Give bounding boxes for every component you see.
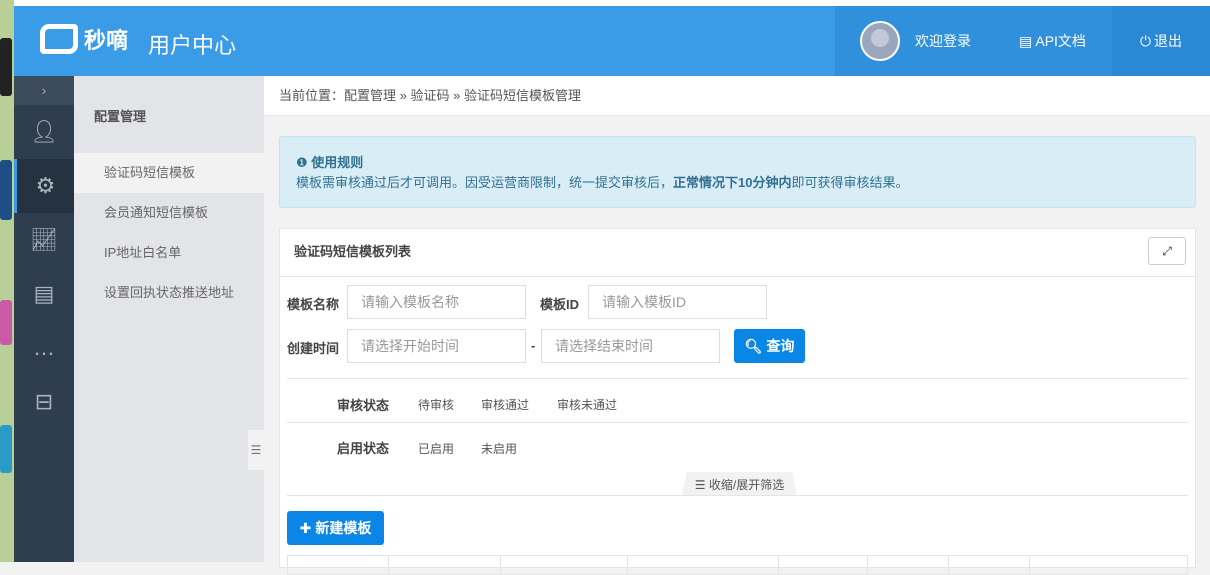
time-label: 创建时间 [287,341,340,356]
range-dash: - [531,338,536,353]
enable-status-label: 启用状态 [337,441,390,456]
table-header-cell [949,556,1030,574]
app-title: 用户中心 [148,33,237,58]
gear-icon[interactable]: ⚙ [14,159,74,213]
message-icon[interactable]: … [14,321,74,375]
new-template-label: 新建模板 [315,520,372,536]
logout-label: 退出 [1154,33,1183,49]
logout-button[interactable]: ⏻ 退出 [1112,6,1210,76]
plus-icon: ✚ [299,519,312,536]
audit-status-label: 审核状态 [337,398,390,413]
template-table [287,555,1188,575]
name-label: 模板名称 [287,297,340,312]
query-label: 查询 [766,338,795,354]
template-id-input[interactable]: 请输入模板ID [588,285,767,319]
table-header-cell [501,556,628,574]
audit-option-pending[interactable]: 待审核 [418,396,454,413]
welcome-link[interactable]: 欢迎登录 [915,31,971,51]
notice-bold: 正常情况下10分钟内 [673,175,792,190]
toggle-filter-label: 收缩/展开筛选 [708,478,785,492]
breadcrumb-sep: » [453,88,461,103]
breadcrumb-sep: » [399,88,407,103]
user-icon[interactable]: 👤︎ [14,105,74,159]
bag-icon[interactable]: ⊟ [14,375,74,429]
enable-option-on[interactable]: 已启用 [418,440,454,457]
new-template-button[interactable]: ✚ 新建模板 [287,511,384,545]
api-docs-label: API文档 [1035,33,1086,49]
start-time-input[interactable]: 请选择开始时间 [347,329,526,363]
table-header-cell [288,556,389,574]
table-header-cell [389,556,501,574]
brand-name: 秒嘀 [84,28,129,53]
template-name-input[interactable]: 请输入模板名称 [347,285,526,319]
notice-title: 使用规则 [311,155,364,170]
submenu-title: 配置管理 [94,109,147,124]
info-icon: ❶ [296,155,308,170]
submenu-toggle[interactable]: ☰ [248,430,264,470]
submenu-item-verify-template[interactable]: 验证码短信模板 [74,153,264,193]
submenu-item-notify-template[interactable]: 会员通知短信模板 [74,193,264,233]
breadcrumb-item[interactable]: 配置管理 [344,88,396,103]
document-icon[interactable]: ▤ [14,267,74,321]
breadcrumb-item[interactable]: 验证码 [411,88,450,103]
audit-option-passed[interactable]: 审核通过 [481,396,529,413]
audit-option-rejected[interactable]: 审核未通过 [557,396,617,413]
user-area: 欢迎登录 ▤ API文档 [835,6,1112,76]
breadcrumb-item: 验证码短信模板管理 [464,88,582,103]
logo[interactable]: 秒嘀 [40,23,128,55]
search-icon: 🔍︎ [744,337,763,354]
submenu: 配置管理 验证码短信模板 会员通知短信模板 IP地址白名单 设置回执状态推送地址 [74,76,264,562]
usage-notice: ❶ 使用规则 模板需审核通过后才可调用。因受运营商限制，统一提交审核后，正常情况… [279,136,1196,208]
divider [287,378,1188,379]
notice-text: 模板需审核通过后才可调用。因受运营商限制，统一提交审核后， [296,175,674,190]
menu-icon: ☰ [694,478,706,492]
icon-sidebar: › 👤︎ ⚙ 📈︎ ▤ … ⊟ [14,76,74,562]
divider [287,495,1188,496]
expand-sidebar-button[interactable]: › [14,76,74,105]
logo-icon [40,24,78,54]
id-label: 模板ID [540,297,580,312]
power-icon: ⏻ [1139,32,1152,49]
table-header-cell [868,556,949,574]
divider [287,422,1188,423]
document-icon: ▤ [1019,33,1033,49]
avatar[interactable] [860,21,900,61]
api-docs-link[interactable]: ▤ API文档 [1019,31,1086,51]
enable-option-off[interactable]: 未启用 [481,440,517,457]
template-panel: 验证码短信模板列表 ⤢ 模板名称 请输入模板名称 模板ID 请输入模板ID 创建… [279,228,1196,575]
end-time-input[interactable]: 请选择结束时间 [541,329,720,363]
submenu-item-ip-whitelist[interactable]: IP地址白名单 [74,233,264,273]
desktop-background [0,0,14,562]
chart-icon[interactable]: 📈︎ [14,213,74,267]
query-button[interactable]: 🔍︎ 查询 [734,329,805,363]
toggle-filter-button[interactable]: ☰ 收缩/展开筛选 [682,472,797,496]
notice-text: 即可获得审核结果。 [791,175,909,190]
table-header-cell [779,556,868,574]
breadcrumb: 当前位置：配置管理 » 验证码 » 验证码短信模板管理 [264,76,1210,116]
maximize-button[interactable]: ⤢ [1148,237,1186,265]
breadcrumb-prefix: 当前位置： [279,88,345,103]
table-header-cell [628,556,779,574]
header: 秒嘀 用户中心 欢迎登录 ▤ API文档 ⏻ 退出 [14,6,1210,76]
panel-title: 验证码短信模板列表 [280,229,1195,277]
submenu-item-receipt-url[interactable]: 设置回执状态推送地址 [74,273,264,313]
